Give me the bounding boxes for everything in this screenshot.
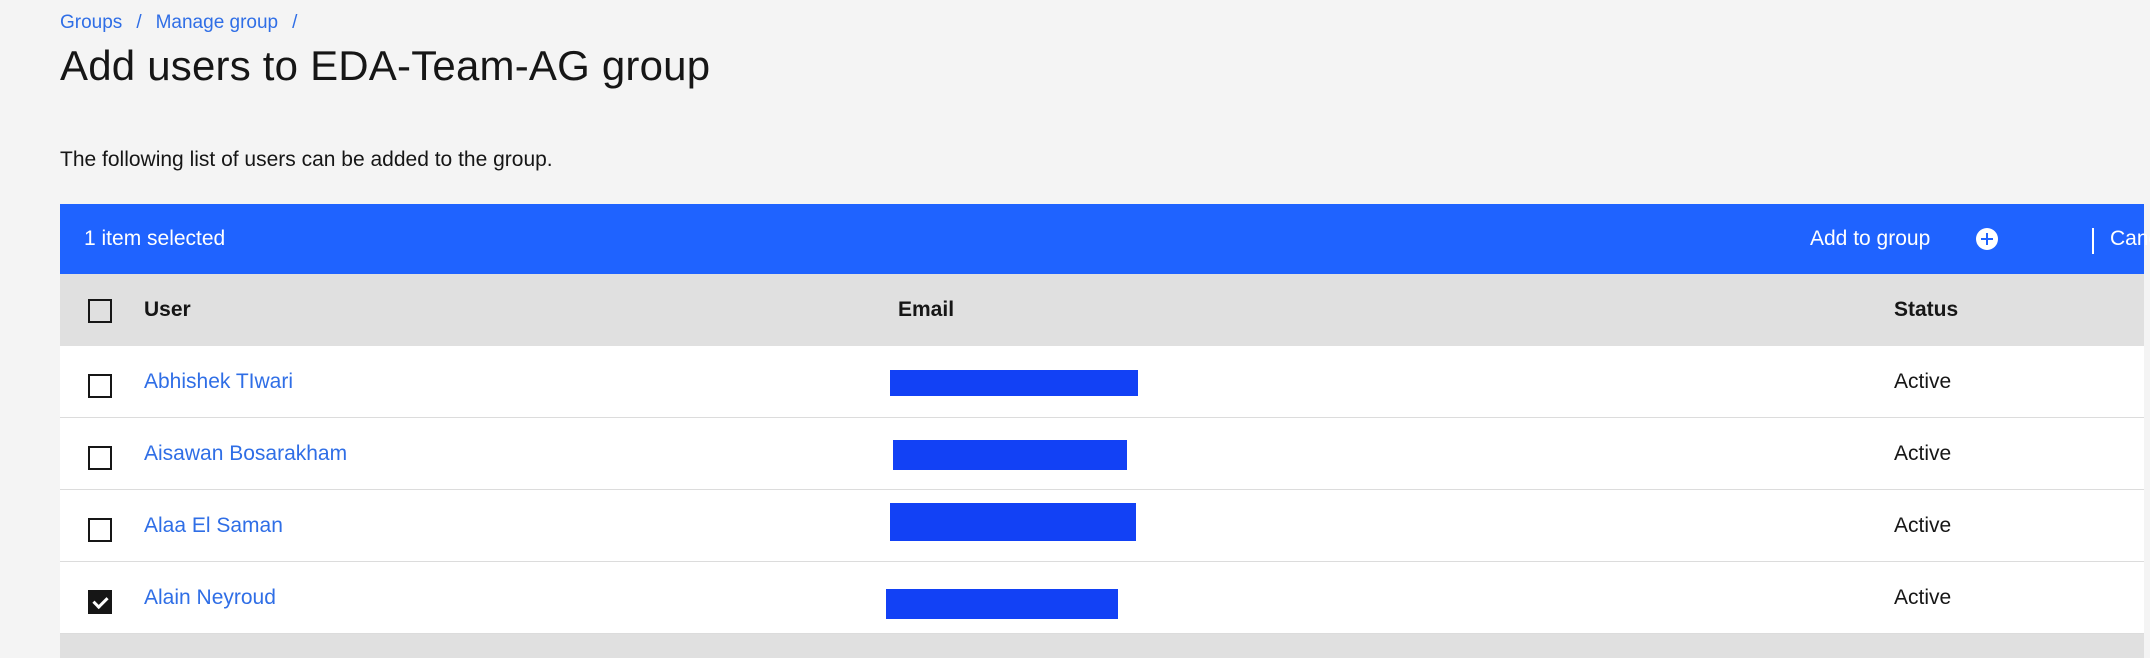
email-redaction: [890, 370, 1138, 396]
table-row: Alain Neyroud Active: [60, 562, 2144, 634]
user-link[interactable]: Aisawan Bosarakham: [144, 442, 347, 466]
add-circle-icon: [1976, 228, 1999, 250]
user-link[interactable]: Alaa El Saman: [144, 514, 283, 538]
breadcrumb-separator: /: [292, 12, 298, 33]
table-header: User Email Status: [60, 274, 2144, 346]
user-link[interactable]: Abhishek TIwari: [144, 370, 293, 394]
email-redaction: [886, 589, 1118, 619]
table-row: Abhishek TIwari Active: [60, 346, 2144, 418]
status-text: Active: [1894, 586, 1952, 609]
page-title: Add users to EDA-Team-AG group: [60, 42, 711, 89]
status-text: Active: [1894, 370, 1952, 393]
add-to-group-label: Add to group: [1810, 227, 1931, 250]
column-header-email[interactable]: Email: [898, 298, 954, 322]
table-footer: [60, 634, 2144, 658]
breadcrumb-groups-link[interactable]: Groups: [60, 12, 122, 34]
cancel-button[interactable]: Cancel: [2110, 227, 2150, 251]
row-checkbox[interactable]: [88, 446, 112, 470]
page-description: The following list of users can be added…: [60, 148, 553, 171]
status-text: Active: [1894, 514, 1952, 537]
column-header-user[interactable]: User: [144, 298, 191, 322]
breadcrumb-separator: /: [136, 12, 142, 33]
table-row: Alaa El Saman Active: [60, 490, 2144, 562]
row-checkbox[interactable]: [88, 518, 112, 542]
email-redaction: [893, 440, 1127, 470]
selected-count: 1 item selected: [84, 227, 226, 250]
email-redaction: [890, 503, 1136, 541]
batch-bar-divider: [2092, 228, 2094, 254]
batch-action-bar: 1 item selected Add to group Cancel: [60, 204, 2150, 274]
row-checkbox[interactable]: [88, 374, 112, 398]
column-header-status[interactable]: Status: [1894, 298, 1958, 322]
user-link[interactable]: Alain Neyroud: [144, 586, 276, 610]
breadcrumb-manage-group-link[interactable]: Manage group: [156, 12, 279, 34]
users-table: 1 item selected Add to group Cancel User…: [60, 204, 2150, 658]
breadcrumb: Groups / Manage group /: [60, 12, 311, 34]
status-text: Active: [1894, 442, 1952, 465]
add-to-group-button[interactable]: Add to group: [1810, 204, 1999, 274]
select-all-checkbox[interactable]: [88, 299, 112, 323]
table-row: Aisawan Bosarakham Active: [60, 418, 2144, 490]
row-checkbox-checked[interactable]: [88, 590, 112, 614]
